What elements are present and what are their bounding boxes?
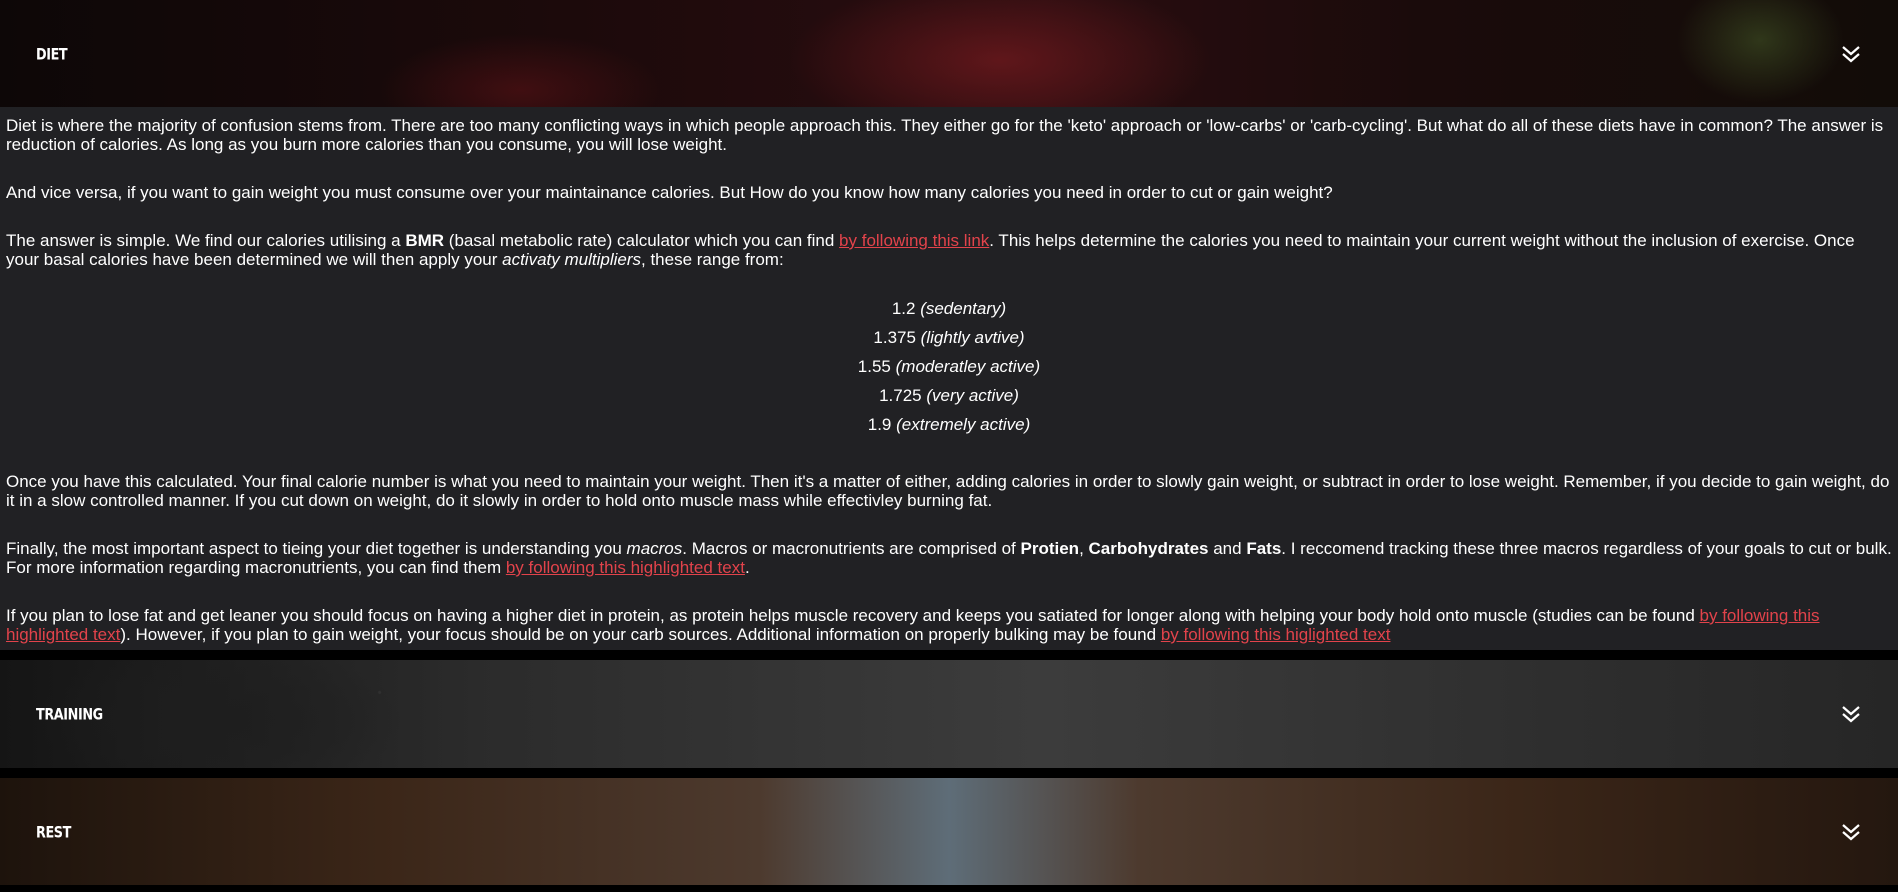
paragraph-bmr: The answer is simple. We find our calori… (6, 231, 1855, 269)
double-chevron-down-icon[interactable] (1840, 821, 1862, 843)
double-chevron-down-icon[interactable] (1840, 703, 1862, 725)
multiplier-item: 1.725 (very active) (879, 386, 1019, 405)
bmr-calculator-link[interactable]: by following this link (839, 231, 989, 250)
section-divider (0, 650, 1898, 660)
rest-section-title: REST (36, 822, 71, 841)
macros-term: macros (626, 539, 683, 558)
carbohydrates-term: Carbohydrates (1088, 539, 1209, 558)
training-section-title: TRAINING (36, 704, 103, 724)
activity-multipliers-term: activaty multipliers (502, 250, 641, 269)
fats-term: Fats (1246, 539, 1282, 558)
macronutrients-link[interactable]: by following this highlighted text (506, 558, 745, 577)
paragraph-intro: Diet is where the majority of confusion … (6, 116, 1884, 154)
multiplier-item: 1.375 (lightly avtive) (873, 328, 1025, 347)
bulking-link[interactable]: by following this higlighted text (1161, 625, 1391, 644)
bmr-term: BMR (405, 231, 445, 250)
activity-multipliers-list: 1.2 (sedentary) 1.375 (lightly avtive) 1… (6, 291, 1892, 439)
paragraph-macros: Finally, the most important aspect to ti… (6, 539, 1892, 577)
rest-section-header[interactable]: REST (0, 778, 1898, 885)
multiplier-item: 1.2 (sedentary) (891, 299, 1007, 318)
diet-section-title: DIET (36, 44, 68, 63)
multiplier-item: 1.9 (extremely active) (867, 415, 1031, 434)
diet-section-header[interactable]: DIET (0, 0, 1898, 107)
protein-term: Protien (1020, 539, 1080, 558)
diet-section-content: Diet is where the majority of confusion … (0, 107, 1898, 650)
paragraph-calculated: Once you have this calculated. Your fina… (6, 472, 1890, 510)
paragraph-protein-carbs: If you plan to lose fat and get leaner y… (6, 606, 1820, 644)
paragraph-gain-weight: And vice versa, if you want to gain weig… (6, 183, 1333, 202)
training-section-header[interactable]: TRAINING (0, 660, 1898, 768)
double-chevron-down-icon[interactable] (1840, 43, 1862, 65)
multiplier-item: 1.55 (moderatley active) (857, 357, 1041, 376)
section-divider (0, 768, 1898, 778)
